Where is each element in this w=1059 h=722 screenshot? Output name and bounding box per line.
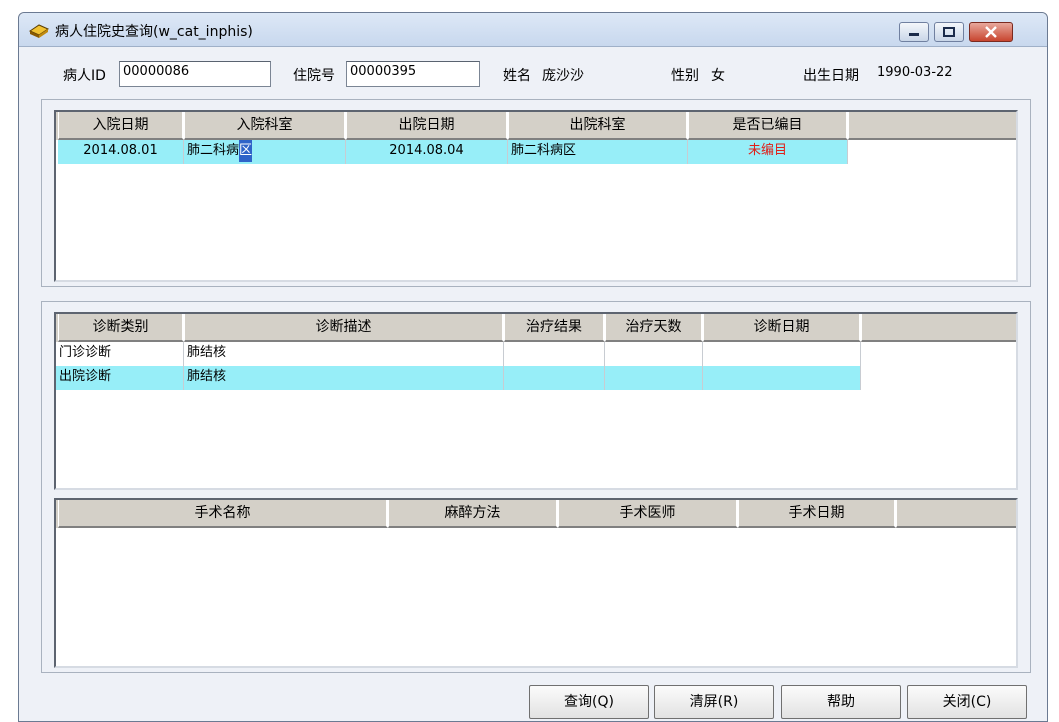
col-diagnosis-desc[interactable]: 诊断描述 — [184, 314, 504, 342]
table-row[interactable]: 出院诊断 肺结核 — [56, 366, 861, 390]
col-surgery-name[interactable]: 手术名称 — [58, 500, 388, 528]
help-button[interactable]: 帮助 — [781, 685, 901, 719]
admissions-panel: 入院日期 入院科室 出院日期 出院科室 是否已编目 2014.08.01 肺二科… — [41, 99, 1031, 287]
cell-treatment-days[interactable] — [605, 366, 703, 390]
diagnoses-grid[interactable]: 诊断类别 诊断描述 治疗结果 治疗天数 诊断日期 门诊诊断 肺结核 出院诊断 肺… — [54, 312, 1018, 490]
maximize-icon — [943, 27, 955, 37]
cell-diagnosis-type[interactable]: 出院诊断 — [56, 366, 184, 390]
patient-info-bar: 病人ID 00000086 住院号 00000395 姓名 庞沙沙 性别 女 出… — [19, 59, 1047, 89]
query-button[interactable]: 查询(Q) — [529, 685, 649, 719]
col-anesthesia-method[interactable]: 麻醉方法 — [388, 500, 558, 528]
header-filler — [848, 112, 1016, 140]
maximize-button[interactable] — [934, 22, 964, 42]
cell-diagnosis-desc[interactable]: 肺结核 — [184, 342, 504, 366]
close-icon — [985, 26, 997, 38]
name-value: 庞沙沙 — [542, 68, 584, 84]
cell-diagnosis-date[interactable] — [703, 342, 861, 366]
sex-label: 性别 — [671, 68, 699, 84]
patient-id-field[interactable]: 00000086 — [119, 61, 271, 87]
close-button[interactable]: 关闭(C) — [907, 685, 1027, 719]
header-filler — [861, 314, 1016, 342]
surgeries-grid[interactable]: 手术名称 麻醉方法 手术医师 手术日期 — [54, 498, 1018, 668]
col-discharge-dept[interactable]: 出院科室 — [508, 112, 688, 140]
surgeries-header: 手术名称 麻醉方法 手术医师 手术日期 — [56, 500, 1016, 528]
col-surgery-date[interactable]: 手术日期 — [738, 500, 896, 528]
table-row[interactable]: 2014.08.01 肺二科病区 2014.08.04 肺二科病区 未编目 — [56, 140, 848, 164]
cell-diagnosis-desc[interactable]: 肺结核 — [184, 366, 504, 390]
app-icon — [28, 24, 50, 38]
col-treatment-result[interactable]: 治疗结果 — [504, 314, 605, 342]
minimize-icon — [909, 33, 919, 36]
diagnoses-header: 诊断类别 诊断描述 治疗结果 治疗天数 诊断日期 — [56, 314, 1016, 342]
cell-diagnosis-date[interactable] — [703, 366, 861, 390]
col-surgeon[interactable]: 手术医师 — [558, 500, 738, 528]
name-label: 姓名 — [503, 68, 531, 84]
admissions-header: 入院日期 入院科室 出院日期 出院科室 是否已编目 — [56, 112, 1016, 140]
cell-treatment-result[interactable] — [504, 342, 605, 366]
title-bar[interactable]: 病人住院史查询(w_cat_inphis) — [19, 13, 1047, 47]
col-diagnosis-type[interactable]: 诊断类别 — [58, 314, 184, 342]
col-admit-dept[interactable]: 入院科室 — [184, 112, 346, 140]
main-window: 病人住院史查询(w_cat_inphis) 病人ID 00000086 住院号 … — [18, 12, 1048, 722]
minimize-button[interactable] — [899, 22, 929, 42]
header-filler — [896, 500, 1016, 528]
cell-treatment-result[interactable] — [504, 366, 605, 390]
cell-diagnosis-type[interactable]: 门诊诊断 — [56, 342, 184, 366]
col-admit-date[interactable]: 入院日期 — [58, 112, 184, 140]
cell-discharge-dept[interactable]: 肺二科病区 — [508, 140, 688, 164]
cell-admit-dept[interactable]: 肺二科病区 — [184, 140, 346, 164]
patient-id-label: 病人ID — [63, 68, 106, 84]
birth-date-label: 出生日期 — [803, 68, 859, 84]
cell-discharge-date[interactable]: 2014.08.04 — [346, 140, 508, 164]
text-selection: 区 — [239, 140, 253, 162]
table-row[interactable]: 门诊诊断 肺结核 — [56, 342, 861, 366]
close-window-button[interactable] — [969, 22, 1013, 42]
cell-admit-dept-text: 肺二科病 — [187, 143, 240, 158]
cell-admit-date[interactable]: 2014.08.01 — [58, 140, 184, 164]
clear-button[interactable]: 清屏(R) — [654, 685, 774, 719]
sex-value: 女 — [711, 68, 725, 84]
cell-treatment-days[interactable] — [605, 342, 703, 366]
window-title: 病人住院史查询(w_cat_inphis) — [55, 24, 253, 40]
col-treatment-days[interactable]: 治疗天数 — [605, 314, 703, 342]
diagnosis-surgery-panel: 诊断类别 诊断描述 治疗结果 治疗天数 诊断日期 门诊诊断 肺结核 出院诊断 肺… — [41, 301, 1031, 673]
col-diagnosis-date[interactable]: 诊断日期 — [703, 314, 861, 342]
birth-date-value: 1990-03-22 — [877, 65, 953, 80]
col-coded[interactable]: 是否已编目 — [688, 112, 848, 140]
cell-coded-status[interactable]: 未编目 — [688, 140, 848, 164]
admission-no-field[interactable]: 00000395 — [346, 61, 480, 87]
admissions-grid[interactable]: 入院日期 入院科室 出院日期 出院科室 是否已编目 2014.08.01 肺二科… — [54, 110, 1018, 282]
admission-no-label: 住院号 — [293, 68, 335, 84]
col-discharge-date[interactable]: 出院日期 — [346, 112, 508, 140]
